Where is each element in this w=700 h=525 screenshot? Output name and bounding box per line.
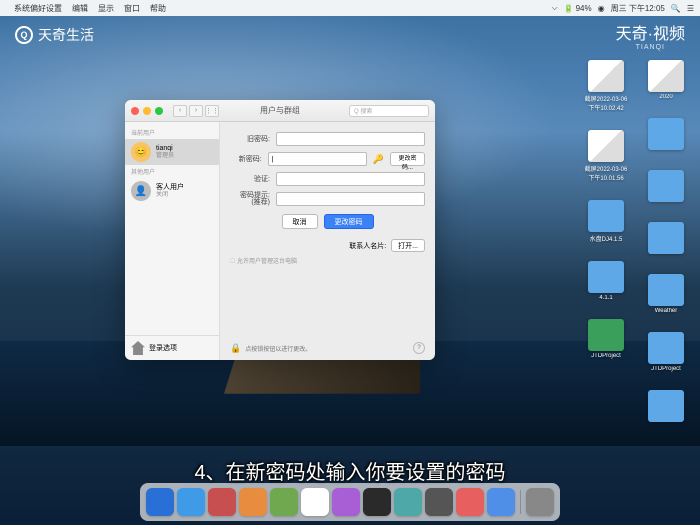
login-options[interactable]: 登录选项: [125, 335, 219, 360]
admin-checkbox-row: ☐ 允许用户管理这台电脑: [230, 256, 425, 265]
menu-app[interactable]: 系统偏好设置: [14, 3, 62, 14]
new-password-input[interactable]: [268, 152, 367, 166]
old-password-input[interactable]: [276, 132, 425, 146]
dock: [140, 483, 560, 521]
dock-app[interactable]: [177, 488, 205, 516]
dock-app[interactable]: [363, 488, 391, 516]
lock-text: 点按锁按钮以进行更改。: [245, 344, 311, 353]
watermark-logo-icon: Q: [15, 26, 33, 44]
battery-status[interactable]: 🔋 94%: [564, 4, 592, 13]
sidebar: 当前用户 😊 tianqi管理员 其他用户 👤 客人用户关闭 登录选项: [125, 122, 220, 360]
menu-edit[interactable]: 编辑: [72, 3, 88, 14]
watermark-left: Q 天奇生活: [15, 25, 94, 45]
menu-window[interactable]: 窗口: [124, 3, 140, 14]
menu-help[interactable]: 帮助: [150, 3, 166, 14]
dock-app[interactable]: [394, 488, 422, 516]
sidebar-section-current: 当前用户: [125, 126, 219, 139]
dock-app[interactable]: [487, 488, 515, 516]
old-password-label: 旧密码:: [230, 134, 270, 144]
cancel-button[interactable]: 取消: [282, 214, 318, 229]
help-icon[interactable]: ?: [413, 342, 425, 354]
control-center-icon[interactable]: ☰: [687, 4, 694, 13]
watermark-right: 天奇·视频 TIANQI: [616, 20, 685, 51]
window-controls: [131, 107, 163, 115]
desktop-folder[interactable]: JTDProject: [642, 332, 690, 372]
search-input[interactable]: Q 搜索: [349, 105, 429, 117]
guest-icon: 👤: [131, 181, 151, 201]
dock-app[interactable]: [239, 488, 267, 516]
desktop-folder[interactable]: 4.1.1: [582, 261, 630, 301]
verify-label: 验证:: [230, 174, 270, 184]
clock[interactable]: 周三 下午12:05: [611, 3, 665, 14]
users-groups-window: ‹ › ⋮⋮ 用户与群组 Q 搜索 当前用户 😊 tianqi管理员 其他用户 …: [125, 100, 435, 360]
desktop-folder[interactable]: 水盘DJ4.1.5: [582, 200, 630, 243]
spotlight-icon[interactable]: 🔍: [671, 4, 681, 13]
dock-trash[interactable]: [526, 488, 554, 516]
sidebar-user-guest[interactable]: 👤 客人用户关闭: [125, 178, 219, 204]
menu-view[interactable]: 显示: [98, 3, 114, 14]
dock-separator: [520, 490, 521, 514]
minimize-icon[interactable]: [143, 107, 151, 115]
menubar: 系统偏好设置 编辑 显示 窗口 帮助 ⌵ 🔋 94% ◉ 周三 下午12:05 …: [0, 0, 700, 16]
dock-app-sysprefs[interactable]: [425, 488, 453, 516]
desktop-folder[interactable]: [642, 170, 690, 204]
desktop-folder[interactable]: [642, 390, 690, 424]
content-pane: 旧密码: 新密码: 🔑 更改密码... 验证: 密码提示: (推荐): [220, 122, 435, 360]
grid-button[interactable]: ⋮⋮: [205, 105, 219, 117]
forward-button[interactable]: ›: [189, 105, 203, 117]
confirm-change-button[interactable]: 更改密码: [324, 214, 374, 229]
desktop-screenshot[interactable]: 截屏2022-03-06下午10.02.42: [582, 60, 630, 112]
key-icon[interactable]: 🔑: [373, 153, 384, 165]
open-contact-button[interactable]: 打开...: [391, 239, 425, 252]
sidebar-section-other: 其他用户: [125, 165, 219, 178]
hint-input[interactable]: [276, 192, 425, 206]
desktop: 系统偏好设置 编辑 显示 窗口 帮助 ⌵ 🔋 94% ◉ 周三 下午12:05 …: [0, 0, 700, 525]
sidebar-user-current[interactable]: 😊 tianqi管理员: [125, 139, 219, 165]
lock-icon[interactable]: 🔒: [230, 343, 241, 354]
desktop-folder[interactable]: Weather: [642, 274, 690, 314]
bluetooth-icon[interactable]: ⌵: [552, 3, 558, 13]
desktop-folder[interactable]: JTDProject: [582, 319, 630, 359]
desktop-icons-col2: 截屏2022-03-06下午10.02.42 截屏2022-03-06下午10.…: [582, 60, 630, 359]
dock-app[interactable]: [332, 488, 360, 516]
dock-app[interactable]: [301, 488, 329, 516]
new-password-label: 新密码:: [230, 154, 262, 164]
dock-app[interactable]: [270, 488, 298, 516]
verify-input[interactable]: [276, 172, 425, 186]
close-icon[interactable]: [131, 107, 139, 115]
hint-label: 密码提示: (推荐): [230, 192, 270, 206]
avatar-icon: 😊: [131, 142, 151, 162]
dock-app[interactable]: [456, 488, 484, 516]
contact-label: 联系人名片:: [349, 241, 386, 251]
window-title: 用户与群组: [260, 105, 300, 116]
zoom-icon[interactable]: [155, 107, 163, 115]
desktop-icons-col1: 2020 Weather JTDProject 截屏2022-03-06下午10…: [642, 60, 690, 424]
video-subtitle: 4、在新密码处输入你要设置的密码: [194, 456, 505, 485]
house-icon: [131, 341, 145, 355]
change-password-side-button[interactable]: 更改密码...: [390, 152, 425, 166]
desktop-folder[interactable]: [642, 118, 690, 152]
desktop-screenshot[interactable]: 截屏2022-03-06下午10.01.56: [582, 130, 630, 182]
back-button[interactable]: ‹: [173, 105, 187, 117]
desktop-folder[interactable]: 2020: [642, 60, 690, 100]
dock-app-finder[interactable]: [146, 488, 174, 516]
nav-buttons: ‹ › ⋮⋮: [173, 105, 219, 117]
wifi-icon[interactable]: ◉: [598, 4, 605, 13]
desktop-folder[interactable]: [642, 222, 690, 256]
titlebar[interactable]: ‹ › ⋮⋮ 用户与群组 Q 搜索: [125, 100, 435, 122]
dock-app[interactable]: [208, 488, 236, 516]
